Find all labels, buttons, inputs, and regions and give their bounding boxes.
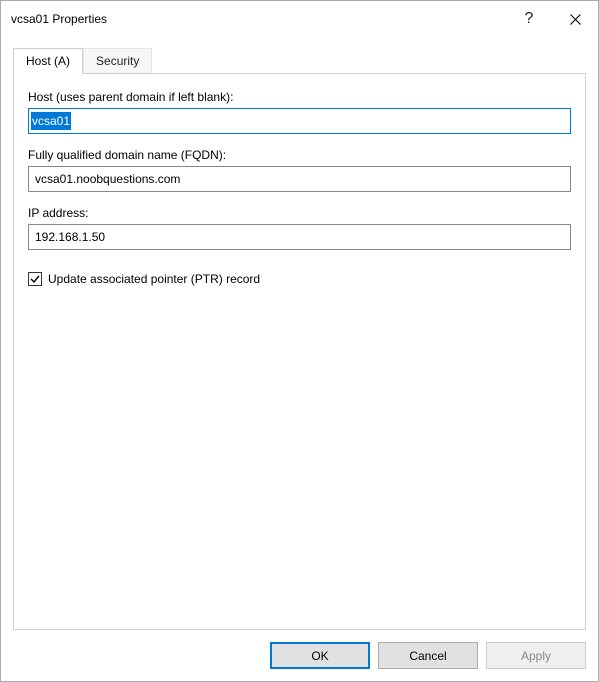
ip-input[interactable] bbox=[28, 224, 571, 250]
help-button[interactable]: ? bbox=[506, 1, 552, 37]
apply-button[interactable]: Apply bbox=[486, 642, 586, 669]
ok-button[interactable]: OK bbox=[270, 642, 370, 669]
tab-label: Security bbox=[96, 54, 139, 68]
tab-host-a[interactable]: Host (A) bbox=[13, 48, 83, 74]
titlebar: vcsa01 Properties ? bbox=[1, 1, 598, 37]
check-icon bbox=[30, 274, 40, 284]
tab-strip: Host (A) Security bbox=[1, 37, 598, 73]
button-label: OK bbox=[311, 649, 328, 663]
properties-dialog: vcsa01 Properties ? Host (A) Security Ho… bbox=[0, 0, 599, 682]
help-icon: ? bbox=[525, 10, 534, 28]
button-label: Apply bbox=[521, 649, 551, 663]
cancel-button[interactable]: Cancel bbox=[378, 642, 478, 669]
host-selected-text: vcsa01 bbox=[31, 112, 71, 130]
close-button[interactable] bbox=[552, 1, 598, 37]
ptr-checkbox[interactable] bbox=[28, 272, 42, 286]
tab-label: Host (A) bbox=[26, 54, 70, 68]
ptr-checkbox-row[interactable]: Update associated pointer (PTR) record bbox=[28, 272, 571, 286]
button-label: Cancel bbox=[409, 649, 446, 663]
tab-content: Host (uses parent domain if left blank):… bbox=[13, 73, 586, 630]
ip-label: IP address: bbox=[28, 206, 571, 220]
tab-security[interactable]: Security bbox=[83, 48, 152, 74]
fqdn-label: Fully qualified domain name (FQDN): bbox=[28, 148, 571, 162]
ptr-checkbox-label: Update associated pointer (PTR) record bbox=[48, 272, 260, 286]
dialog-buttons: OK Cancel Apply bbox=[1, 630, 598, 681]
close-icon bbox=[570, 14, 581, 25]
window-title: vcsa01 Properties bbox=[11, 12, 506, 26]
host-input[interactable]: vcsa01 bbox=[28, 108, 571, 134]
host-label: Host (uses parent domain if left blank): bbox=[28, 90, 571, 104]
fqdn-input[interactable] bbox=[28, 166, 571, 192]
